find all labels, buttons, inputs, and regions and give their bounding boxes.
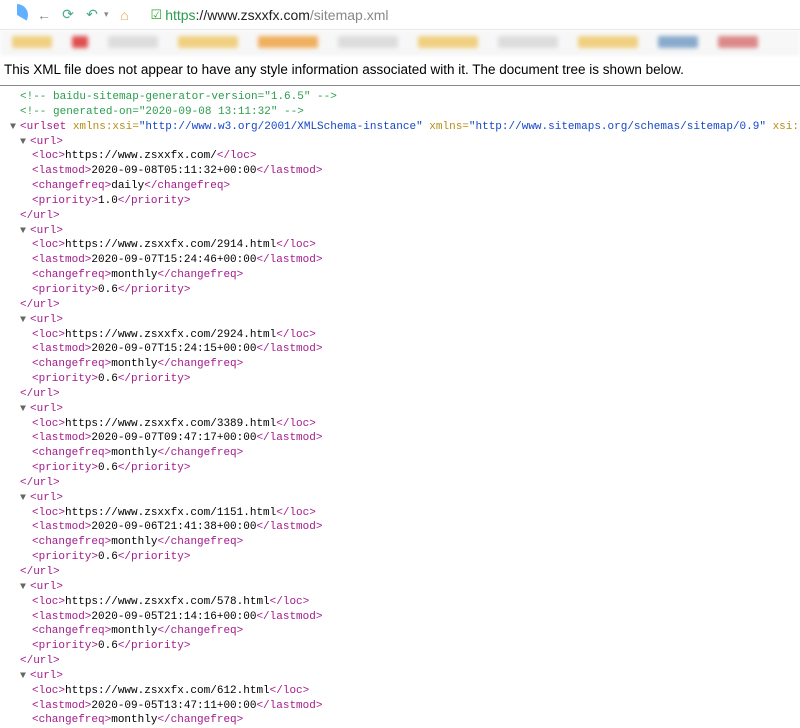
loc: <loc>https://www.zsxxfx.com/612.html</lo… bbox=[10, 684, 790, 699]
url-open: ▼<url> bbox=[10, 224, 790, 239]
changefreq: <changefreq>monthly</changefreq> bbox=[10, 713, 790, 728]
reload-icon[interactable]: ⟳ bbox=[60, 7, 76, 23]
toggle-icon[interactable]: ▼ bbox=[20, 136, 30, 150]
lastmod: <lastmod>2020-09-08T05:11:32+00:00</last… bbox=[10, 164, 790, 179]
toggle-icon[interactable]: ▼ bbox=[20, 581, 30, 595]
priority: <priority>0.6</priority> bbox=[10, 550, 790, 565]
toggle-icon[interactable]: ▼ bbox=[20, 314, 30, 328]
priority: <priority>0.6</priority> bbox=[10, 372, 790, 387]
url-open: ▼<url> bbox=[10, 313, 790, 328]
priority: <priority>0.6</priority> bbox=[10, 461, 790, 476]
url-open: ▼<url> bbox=[10, 669, 790, 684]
loc: <loc>https://www.zsxxfx.com/</loc> bbox=[10, 149, 790, 164]
toggle-icon[interactable]: ▼ bbox=[10, 121, 20, 135]
home-icon[interactable]: ⌂ bbox=[117, 7, 133, 23]
url-close: </url> bbox=[10, 209, 790, 224]
lastmod: <lastmod>2020-09-06T21:41:38+00:00</last… bbox=[10, 520, 790, 535]
browser-logo-icon bbox=[6, 4, 28, 26]
changefreq: <changefreq>monthly</changefreq> bbox=[10, 268, 790, 283]
urlset-open: ▼<urlset xmlns:xsi="http://www.w3.org/20… bbox=[10, 120, 790, 135]
back-icon[interactable]: ← bbox=[36, 7, 52, 23]
loc: <loc>https://www.zsxxfx.com/2924.html</l… bbox=[10, 328, 790, 343]
url-open: ▼<url> bbox=[10, 491, 790, 506]
chevron-down-icon[interactable]: ▾ bbox=[104, 9, 109, 20]
url-open: ▼<url> bbox=[10, 402, 790, 417]
address-bar[interactable]: ☑ https://www.zsxxfx.com/sitemap.xml bbox=[151, 7, 389, 23]
url-open: ▼<url> bbox=[10, 580, 790, 595]
lastmod: <lastmod>2020-09-05T13:47:11+00:00</last… bbox=[10, 699, 790, 714]
toggle-icon[interactable]: ▼ bbox=[20, 403, 30, 417]
changefreq: <changefreq>daily</changefreq> bbox=[10, 179, 790, 194]
url-close: </url> bbox=[10, 476, 790, 491]
priority: <priority>1.0</priority> bbox=[10, 194, 790, 209]
xml-tree: <!-- baidu-sitemap-generator-version="1.… bbox=[0, 90, 800, 728]
changefreq: <changefreq>monthly</changefreq> bbox=[10, 357, 790, 372]
toggle-icon[interactable]: ▼ bbox=[20, 225, 30, 239]
xml-comment: <!-- generated-on="2020-09-08 13:11:32" … bbox=[10, 105, 790, 120]
loc: <loc>https://www.zsxxfx.com/1151.html</l… bbox=[10, 506, 790, 521]
loc: <loc>https://www.zsxxfx.com/578.html</lo… bbox=[10, 595, 790, 610]
url-close: </url> bbox=[10, 387, 790, 402]
toggle-icon[interactable]: ▼ bbox=[20, 670, 30, 684]
lastmod: <lastmod>2020-09-07T15:24:15+00:00</last… bbox=[10, 342, 790, 357]
url-close: </url> bbox=[10, 565, 790, 580]
url-open: ▼<url> bbox=[10, 135, 790, 150]
lastmod: <lastmod>2020-09-05T21:14:16+00:00</last… bbox=[10, 610, 790, 625]
url-close: </url> bbox=[10, 654, 790, 669]
undo-icon[interactable]: ↶ bbox=[84, 7, 100, 23]
loc: <loc>https://www.zsxxfx.com/3389.html</l… bbox=[10, 417, 790, 432]
changefreq: <changefreq>monthly</changefreq> bbox=[10, 446, 790, 461]
toggle-icon[interactable]: ▼ bbox=[20, 492, 30, 506]
xml-comment: <!-- baidu-sitemap-generator-version="1.… bbox=[10, 90, 790, 105]
bookmarks-bar bbox=[0, 30, 800, 54]
browser-toolbar: ← ⟳ ↶ ▾ ⌂ ☑ https://www.zsxxfx.com/sitema… bbox=[0, 0, 800, 30]
shield-icon: ☑ bbox=[151, 7, 163, 23]
changefreq: <changefreq>monthly</changefreq> bbox=[10, 535, 790, 550]
priority: <priority>0.6</priority> bbox=[10, 283, 790, 298]
lastmod: <lastmod>2020-09-07T09:47:17+00:00</last… bbox=[10, 431, 790, 446]
url-text: https://www.zsxxfx.com/sitemap.xml bbox=[165, 7, 388, 23]
priority: <priority>0.6</priority> bbox=[10, 639, 790, 654]
loc: <loc>https://www.zsxxfx.com/2914.html</l… bbox=[10, 238, 790, 253]
lastmod: <lastmod>2020-09-07T15:24:46+00:00</last… bbox=[10, 253, 790, 268]
xml-notice: This XML file does not appear to have an… bbox=[0, 54, 800, 86]
changefreq: <changefreq>monthly</changefreq> bbox=[10, 624, 790, 639]
url-close: </url> bbox=[10, 298, 790, 313]
